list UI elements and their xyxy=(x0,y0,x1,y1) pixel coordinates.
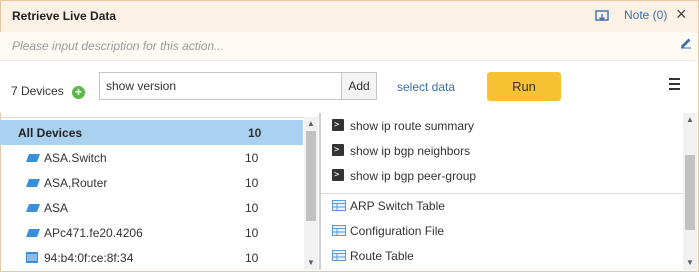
scrollbar-thumb[interactable] xyxy=(306,131,316,221)
run-button[interactable]: Run xyxy=(487,72,561,101)
scrollbar-thumb[interactable] xyxy=(685,155,695,230)
scroll-up-icon[interactable]: ▲ xyxy=(307,119,315,128)
table-row[interactable]: Configuration File xyxy=(321,218,683,243)
device-list: All Devices 10 ASA.Switch 10 ASA,Router … xyxy=(0,117,319,271)
command-name: show ip route summary xyxy=(350,119,475,133)
panel-title: Retrieve Live Data xyxy=(12,9,117,23)
command-row[interactable]: > show ip bgp neighbors xyxy=(321,138,683,163)
server-icon xyxy=(26,252,38,263)
device-name: APc471.fe20.4206 xyxy=(44,226,143,240)
device-list-scrollbar[interactable]: ▲ ▼ xyxy=(304,117,318,270)
device-row-all[interactable]: All Devices 10 xyxy=(0,120,303,145)
table-row[interactable]: Route Table xyxy=(321,243,683,268)
table-row[interactable]: ARP Switch Table xyxy=(321,193,683,218)
scroll-up-icon[interactable]: ▲ xyxy=(686,115,694,124)
device-name: ASA.Switch xyxy=(44,151,107,165)
select-data-link[interactable]: select data xyxy=(397,80,455,94)
note-link[interactable]: Note (0) xyxy=(624,8,667,22)
command-row[interactable]: > show ip route summary xyxy=(321,113,683,138)
device-count-value: 10 xyxy=(245,226,259,240)
device-name: All Devices xyxy=(18,126,83,140)
device-count-value: 10 xyxy=(248,126,262,140)
device-row[interactable]: APc471.fe20.4206 10 xyxy=(0,220,303,245)
table-name: Configuration File xyxy=(350,224,445,238)
description-row[interactable]: Please input description for this action… xyxy=(0,32,697,61)
table-icon xyxy=(332,225,346,236)
terminal-icon: > xyxy=(332,144,344,156)
device-row[interactable]: ASA 10 xyxy=(0,195,303,220)
terminal-icon: > xyxy=(332,119,344,131)
device-count: 7 Devices xyxy=(11,84,64,98)
device-name: ASA,Router xyxy=(44,176,108,190)
command-input[interactable] xyxy=(99,72,342,100)
table-name: Route Table xyxy=(350,249,414,263)
add-device-icon[interactable]: + xyxy=(72,86,85,99)
note-icon[interactable] xyxy=(595,9,609,23)
device-count-value: 10 xyxy=(245,251,259,265)
device-row[interactable]: ASA,Router 10 xyxy=(0,170,303,195)
table-name: ARP Switch Table xyxy=(350,199,445,213)
panel-header: Retrieve Live Data xyxy=(1,1,698,33)
command-list-scrollbar[interactable]: ▲ ▼ xyxy=(683,113,697,270)
menu-icon[interactable] xyxy=(669,78,680,90)
command-name: show ip bgp peer-group xyxy=(350,169,477,183)
device-row[interactable]: ASA.Switch 10 xyxy=(0,145,303,170)
device-row[interactable]: 94:b4:0f:ce:8f:34 10 xyxy=(0,245,303,270)
add-command-button[interactable]: Add xyxy=(341,72,377,100)
command-row[interactable]: > show ip bgp peer-group xyxy=(321,163,683,188)
command-name: show ip bgp neighbors xyxy=(350,144,471,158)
table-icon xyxy=(332,250,346,261)
switch-icon xyxy=(26,229,40,237)
device-count-value: 10 xyxy=(245,151,259,165)
table-icon xyxy=(332,200,346,211)
pencil-icon[interactable] xyxy=(680,37,692,49)
switch-icon xyxy=(26,154,40,162)
description-input[interactable]: Please input description for this action… xyxy=(12,39,224,53)
close-icon[interactable]: × xyxy=(676,4,687,24)
device-name: ASA xyxy=(44,201,69,215)
device-count-value: 10 xyxy=(245,176,259,190)
command-list: > show ip route summary > show ip bgp ne… xyxy=(321,113,683,270)
terminal-icon: > xyxy=(332,169,344,181)
scroll-down-icon[interactable]: ▼ xyxy=(307,258,315,267)
device-count-value: 10 xyxy=(245,201,259,215)
scroll-down-icon[interactable]: ▼ xyxy=(686,258,694,267)
switch-icon xyxy=(26,179,40,187)
device-name: 94:b4:0f:ce:8f:34 xyxy=(44,251,134,265)
switch-icon xyxy=(26,204,40,212)
